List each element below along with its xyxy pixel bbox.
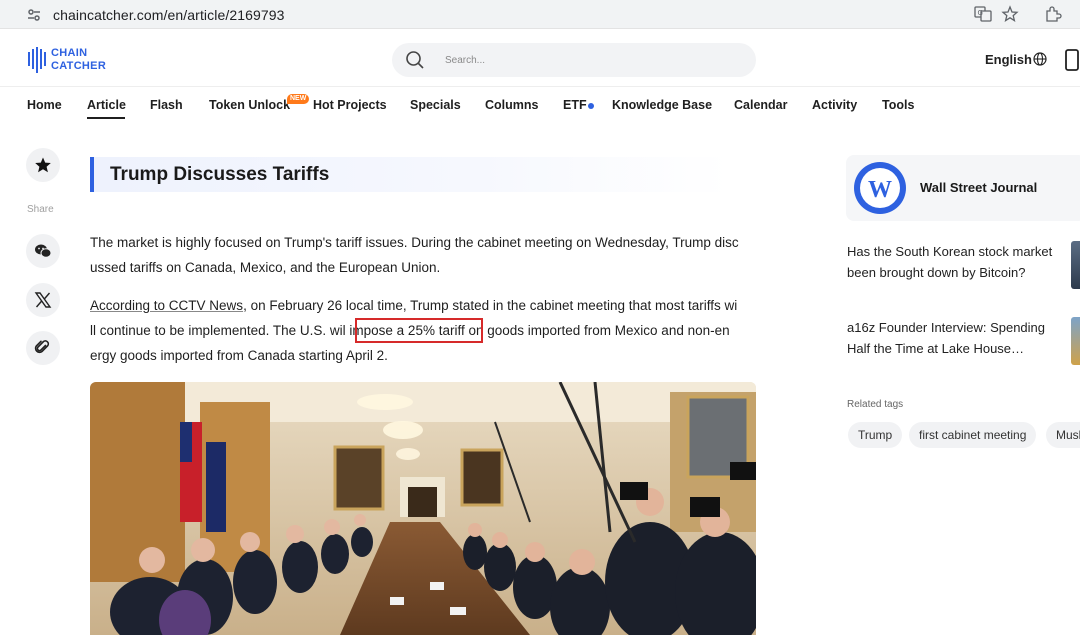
globe-icon[interactable] [1033,52,1047,66]
related-article-2-thumbnail[interactable] [1071,317,1080,365]
related-article-1-line-1: Has the South Korean stock market [847,244,1053,259]
nav-article[interactable]: Article [87,98,126,112]
paragraph-1-line-2: ussed tariffs on Canada, Mexico, and the… [90,260,441,275]
header-divider [0,86,1080,87]
nav-columns[interactable]: Columns [485,98,538,112]
source-name[interactable]: Wall Street Journal [920,180,1037,195]
wechat-icon [35,244,52,258]
extensions-icon[interactable] [1044,5,1062,23]
tag-musk[interactable]: Musk [1046,422,1080,448]
nav-specials[interactable]: Specials [410,98,461,112]
source-link[interactable]: According to CCTV News [90,298,243,313]
cabinet-meeting-photo [90,382,756,635]
share-wechat-button[interactable] [26,234,60,268]
nav-tools[interactable]: Tools [882,98,914,112]
paragraph-2-line-2-post: on goods imported from Mexico and non-en [464,323,730,338]
nav-flash[interactable]: Flash [150,98,183,112]
favorite-button[interactable] [26,148,60,182]
w-monogram-icon: W [860,168,900,208]
share-x-button[interactable] [26,283,60,317]
logo-icon[interactable] [27,46,49,76]
paragraph-2-line-1-text: , on February 26 local time, Trump state… [243,298,738,313]
wsj-logo-icon[interactable]: W [854,162,906,214]
nav-hot-projects[interactable]: Hot Projects [313,98,387,112]
language-selector[interactable]: English [985,52,1032,67]
nav-knowledge-base[interactable]: Knowledge Base [612,98,712,112]
article-paragraph-1: The market is highly focused on Trump's … [90,230,757,280]
nav-etf[interactable]: ETF [563,98,587,112]
article-title: Trump Discusses Tariffs [110,164,330,185]
tag-first-cabinet-meeting[interactable]: first cabinet meeting [909,422,1037,448]
logo-wordmark[interactable]: CHAIN CATCHER [51,47,106,72]
highlight-box [355,318,483,343]
nav-home[interactable]: Home [27,98,62,112]
nav-active-indicator [87,117,125,119]
etf-indicator-dot [588,103,594,109]
logo-line-1: CHAIN [51,47,88,59]
browser-toolbar: chaincatcher.com/en/article/2169793 G [0,0,1080,29]
mobile-app-icon[interactable] [1065,49,1079,71]
translate-icon[interactable]: G [974,5,992,23]
nav-activity[interactable]: Activity [812,98,857,112]
related-article-1-thumbnail[interactable] [1071,241,1080,289]
share-label: Share [27,204,54,215]
paragraph-1-line-1: The market is highly focused on Trump's … [90,235,739,250]
logo-line-2: CATCHER [51,59,107,72]
address-bar[interactable]: chaincatcher.com/en/article/2169793 [0,1,1037,28]
site-info-icon[interactable] [26,7,42,23]
search-placeholder: Search... [445,55,486,66]
paragraph-2-line-2-pre: ll continue to be implemented. The U.S. … [90,323,346,338]
related-tags-label: Related tags [847,399,904,410]
nav-token-unlock[interactable]: Token Unlock [209,98,290,112]
search-icon[interactable] [405,50,425,70]
x-logo-icon [34,292,52,308]
url-text[interactable]: chaincatcher.com/en/article/2169793 [53,7,285,23]
svg-text:W: W [868,177,892,203]
nav-calendar[interactable]: Calendar [734,98,788,112]
related-article-2-line-1: a16z Founder Interview: Spending [847,320,1046,335]
related-article-1[interactable]: Has the South Korean stock market been b… [847,241,1067,283]
tag-trump[interactable]: Trump [848,422,903,448]
svg-text:G: G [978,9,983,17]
copy-link-button[interactable] [26,331,60,365]
star-icon [35,157,51,173]
paragraph-2-line-1: According to CCTV News, on February 26 l… [90,293,757,318]
bookmark-star-icon[interactable] [1001,5,1019,23]
related-article-1-line-2: been brought down by Bitcoin? [847,265,1026,280]
related-article-2[interactable]: a16z Founder Interview: Spending Half th… [847,317,1067,359]
link-icon [34,340,50,354]
related-article-2-line-2: Half the Time at Lake House… [847,341,1025,356]
paragraph-2-line-3: ergy goods imported from Canada starting… [90,348,388,363]
new-badge: NEW [287,94,310,104]
